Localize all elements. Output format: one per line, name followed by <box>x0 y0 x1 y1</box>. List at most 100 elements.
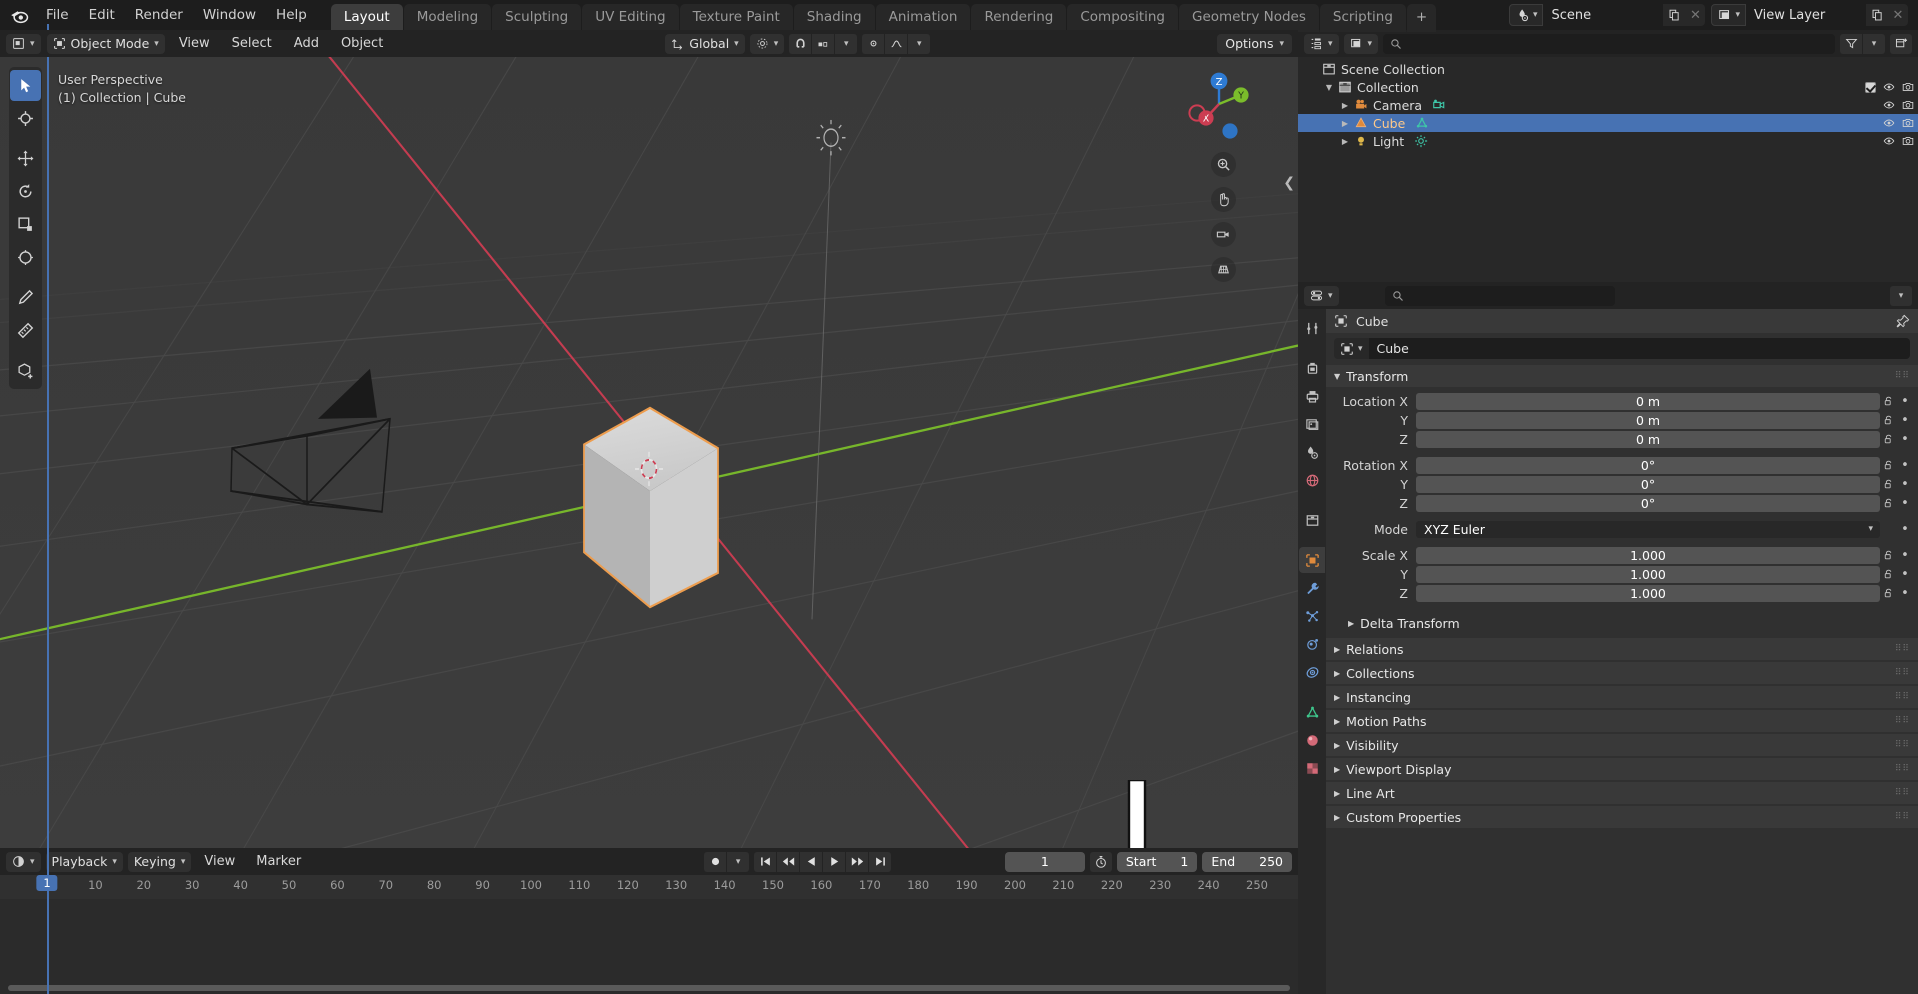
auto-keying-chevron-down-icon[interactable]: ▾ <box>727 851 750 872</box>
viewport-menu-view[interactable]: View <box>171 33 218 54</box>
scale-x-animate-dot[interactable]: • <box>1898 548 1912 563</box>
scale-x-field[interactable]: 1.000 <box>1416 546 1880 564</box>
outliner-row-cube[interactable]: ▶ Cube <box>1298 114 1918 132</box>
timeline-menu-view[interactable]: View <box>196 851 243 872</box>
snap-chevron-down-icon[interactable]: ▾ <box>835 33 858 54</box>
camera-view-icon[interactable] <box>1211 222 1236 247</box>
timeline-menu-playback[interactable]: Playback ▾ <box>45 851 123 872</box>
scene-name-field[interactable]: Scene <box>1543 4 1664 26</box>
rotation-x-lock-icon[interactable] <box>1880 459 1898 471</box>
properties-panel-line-art[interactable]: ▶ Line Art ⠿⠿ <box>1326 782 1918 804</box>
outliner-hide-eye-icon[interactable] <box>1883 117 1895 129</box>
properties-editor-icon[interactable]: ▾ <box>1304 285 1339 306</box>
scale-y-lock-icon[interactable] <box>1880 568 1898 580</box>
location-y-field[interactable]: 0 m <box>1416 411 1880 429</box>
outliner-disable-render-icon[interactable] <box>1902 135 1914 147</box>
properties-tab-material[interactable] <box>1299 727 1325 753</box>
rotation-z-animate-dot[interactable]: • <box>1898 496 1912 511</box>
outliner-search-input[interactable] <box>1383 33 1835 54</box>
timeline-track-area[interactable] <box>0 899 1298 994</box>
sidebar-collapse-arrow-icon[interactable]: ❮ <box>1283 175 1295 191</box>
menu-window[interactable]: Window <box>193 4 266 26</box>
outliner-hide-eye-icon[interactable] <box>1883 135 1895 147</box>
pivot-point-dropdown[interactable]: ▾ <box>749 33 785 54</box>
properties-panel-instancing[interactable]: ▶ Instancing ⠿⠿ <box>1326 686 1918 708</box>
properties-tab-tool[interactable] <box>1299 315 1325 341</box>
jump-next-keyframe-button[interactable] <box>846 851 869 872</box>
timeline-editor-icon[interactable]: ▾ <box>6 851 41 872</box>
scale-z-animate-dot[interactable]: • <box>1898 586 1912 601</box>
properties-content[interactable]: Cube ▾ Cube ▼ Transform ⠿⠿ Location X 0 … <box>1326 309 1918 994</box>
properties-tab-object[interactable] <box>1299 547 1325 573</box>
scale-y-field[interactable]: 1.000 <box>1416 565 1880 583</box>
rotation-z-lock-icon[interactable] <box>1880 497 1898 509</box>
play-reverse-button[interactable] <box>800 851 823 872</box>
viewport-3d-canvas[interactable]: User Perspective (1) Collection | Cube Z… <box>0 57 1298 848</box>
proportional-edit-icon[interactable] <box>862 33 885 54</box>
start-frame-field[interactable]: Start 1 <box>1116 851 1198 872</box>
properties-search-input[interactable] <box>1384 285 1615 306</box>
scale-z-lock-icon[interactable] <box>1880 587 1898 599</box>
scene-selector[interactable]: ▾ Scene ✕ <box>1508 4 1706 26</box>
properties-options-chevron-icon[interactable]: ▾ <box>1890 285 1912 306</box>
cursor-tool-icon[interactable] <box>10 103 41 134</box>
auto-keying-icon[interactable] <box>704 851 727 872</box>
tab-modeling[interactable]: Modeling <box>403 4 492 32</box>
rotation-z-field[interactable]: 0° <box>1416 494 1880 512</box>
move-tool-icon[interactable] <box>10 143 41 174</box>
viewport-menu-object[interactable]: Object <box>333 33 391 54</box>
properties-panel-custom-properties[interactable]: ▶ Custom Properties ⠿⠿ <box>1326 806 1918 828</box>
tab-texture-paint[interactable]: Texture Paint <box>679 4 793 32</box>
properties-tab-texture[interactable] <box>1299 755 1325 781</box>
viewport-options-button[interactable]: Options ▾ <box>1217 33 1292 54</box>
scale-y-animate-dot[interactable]: • <box>1898 567 1912 582</box>
location-z-field[interactable]: 0 m <box>1416 430 1880 448</box>
scene-icon[interactable]: ▾ <box>1508 4 1544 26</box>
location-z-lock-icon[interactable] <box>1880 433 1898 445</box>
proportional-chevron-down-icon[interactable]: ▾ <box>908 33 931 54</box>
toggle-ortho-icon[interactable] <box>1211 257 1236 282</box>
outliner-disable-render-icon[interactable] <box>1902 81 1914 93</box>
scene-close-icon[interactable]: ✕ <box>1685 4 1706 26</box>
filter-chevron-down-icon[interactable]: ▾ <box>1863 33 1885 54</box>
scale-x-lock-icon[interactable] <box>1880 549 1898 561</box>
new-collection-icon[interactable] <box>1890 33 1912 54</box>
editor-type-3dview-icon[interactable]: ▾ <box>6 33 41 54</box>
filter-icon[interactable] <box>1840 33 1862 54</box>
outliner-exclude-checkbox[interactable] <box>1865 81 1876 93</box>
delta-transform-subpanel-header[interactable]: ▶ Delta Transform <box>1326 612 1918 634</box>
snap-target-dropdown[interactable] <box>812 33 835 54</box>
properties-tab-physics[interactable] <box>1299 631 1325 657</box>
outliner-hide-eye-icon[interactable] <box>1883 81 1895 93</box>
mesh-data-icon[interactable] <box>1415 116 1429 130</box>
pin-icon[interactable] <box>1896 314 1910 328</box>
add-cube-tool-icon[interactable] <box>10 355 41 386</box>
scale-z-field[interactable]: 1.000 <box>1416 584 1880 602</box>
outliner-view-layer-icon[interactable]: ▾ <box>1343 33 1379 54</box>
view-layer-close-icon[interactable]: ✕ <box>1888 4 1908 26</box>
rotation-mode-animate-dot[interactable]: • <box>1898 522 1912 537</box>
blender-logo-icon[interactable] <box>6 2 32 28</box>
viewport-menu-add[interactable]: Add <box>286 33 327 54</box>
location-z-animate-dot[interactable]: • <box>1898 432 1912 447</box>
rotation-y-field[interactable]: 0° <box>1416 475 1880 493</box>
location-y-lock-icon[interactable] <box>1880 414 1898 426</box>
outliner-disable-render-icon[interactable] <box>1902 99 1914 111</box>
timeline-horizontal-scrollbar[interactable] <box>8 985 1290 991</box>
tab-uv-editing[interactable]: UV Editing <box>582 4 679 32</box>
object-name-field[interactable]: Cube <box>1368 338 1910 359</box>
tab-shading[interactable]: Shading <box>793 4 875 32</box>
properties-tab-view-layer[interactable] <box>1299 411 1325 437</box>
zoom-icon[interactable] <box>1211 152 1236 177</box>
play-button[interactable] <box>823 851 846 872</box>
properties-tab-world[interactable] <box>1299 467 1325 493</box>
properties-tab-output[interactable] <box>1299 383 1325 409</box>
playhead-line[interactable] <box>47 24 49 994</box>
jump-prev-keyframe-button[interactable] <box>777 851 800 872</box>
current-frame-field[interactable]: 1 <box>1004 851 1085 872</box>
outliner-twisty-icon[interactable]: ▼ <box>1322 83 1336 92</box>
annotate-tool-icon[interactable] <box>10 282 41 313</box>
camera-data-icon[interactable] <box>1432 98 1446 112</box>
location-x-field[interactable]: 0 m <box>1416 392 1880 410</box>
tab-animation[interactable]: Animation <box>875 4 971 32</box>
